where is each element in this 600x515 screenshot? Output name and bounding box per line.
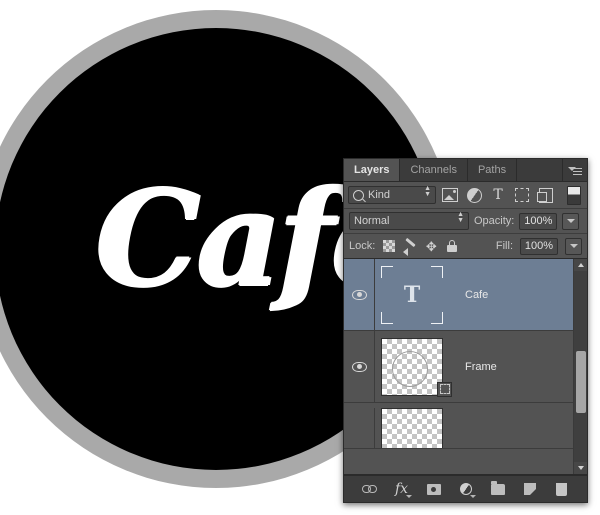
layer-row-cafe[interactable]: T Cafe xyxy=(344,259,587,331)
blend-mode-value: Normal xyxy=(354,215,390,227)
layer-row-frame[interactable]: Frame xyxy=(344,331,587,403)
blend-mode-stepper-icon: ▲ ▼ xyxy=(457,211,464,224)
type-layer-filter-icon[interactable]: T xyxy=(488,185,508,205)
layer-list-scrollbar[interactable] xyxy=(573,259,587,474)
panel-menu-icon xyxy=(568,165,582,176)
filter-kind-dropdown[interactable]: Kind ▲ ▼ xyxy=(348,185,436,204)
frame-circle-preview xyxy=(392,350,428,387)
chevron-down-icon xyxy=(566,219,575,223)
pixel-layer-filter-icon[interactable] xyxy=(440,185,460,205)
lock-image-pixels-icon[interactable] xyxy=(403,239,417,256)
add-layer-mask-icon[interactable] xyxy=(425,480,443,498)
smart-object-filter-icon[interactable] xyxy=(536,185,556,205)
lock-all-icon[interactable] xyxy=(445,239,459,253)
fill-dropdown-button[interactable] xyxy=(565,237,582,255)
blend-mode-row: Normal ▲ ▼ Opacity: 100% xyxy=(344,209,587,234)
panel-tab-bar: Layers Channels Paths xyxy=(344,159,587,182)
link-layers-icon[interactable] xyxy=(361,480,379,498)
layer-row-third[interactable] xyxy=(344,403,587,449)
eye-icon xyxy=(351,289,367,300)
shape-layer-filter-icon[interactable] xyxy=(512,185,532,205)
lock-position-icon[interactable]: ✥ xyxy=(424,239,438,253)
filter-toggle-switch[interactable] xyxy=(567,185,581,205)
layers-panel-bottom-bar: fx xyxy=(344,475,587,502)
eye-icon xyxy=(351,361,367,372)
lock-label: Lock: xyxy=(349,240,376,252)
delete-layer-icon[interactable] xyxy=(553,480,571,498)
layer-style-fx-icon[interactable]: fx xyxy=(393,480,412,498)
layer-thumbnail-cafe[interactable]: T xyxy=(381,265,443,324)
layer-name-cafe[interactable]: Cafe xyxy=(465,289,488,301)
layer-thumbnail-third[interactable] xyxy=(381,408,443,448)
type-layer-icon: T xyxy=(403,281,421,308)
vector-mask-badge xyxy=(437,381,452,397)
layer-thumbnail-frame[interactable] xyxy=(381,337,452,397)
opacity-input[interactable]: 100% xyxy=(519,212,558,230)
layers-panel: Layers Channels Paths Kind ▲ ▼ T Normal ▲… xyxy=(343,158,588,503)
tab-paths[interactable]: Paths xyxy=(467,159,518,181)
new-layer-icon[interactable] xyxy=(521,480,539,498)
tab-bar-spacer xyxy=(517,159,563,181)
lock-row: Lock: ✥ Fill: 100% xyxy=(344,234,587,259)
new-group-icon[interactable] xyxy=(489,480,507,498)
layer-visibility-toggle-cafe[interactable] xyxy=(344,259,375,330)
fill-input[interactable]: 100% xyxy=(520,237,558,255)
layer-visibility-toggle-third[interactable] xyxy=(344,408,375,448)
chevron-down-icon xyxy=(569,244,578,248)
opacity-label: Opacity: xyxy=(474,215,515,227)
layer-list[interactable]: T Cafe Frame xyxy=(344,259,587,475)
new-adjustment-layer-icon[interactable] xyxy=(457,480,476,498)
search-icon xyxy=(353,189,364,201)
blend-mode-dropdown[interactable]: Normal ▲ ▼ xyxy=(349,211,469,230)
scrollbar-track[interactable] xyxy=(574,271,587,462)
tab-layers[interactable]: Layers xyxy=(344,159,401,181)
filter-kind-label: Kind xyxy=(368,189,391,201)
adjustment-layer-filter-icon[interactable] xyxy=(464,185,484,205)
lock-transparent-pixels-icon[interactable] xyxy=(382,239,396,253)
tab-channels[interactable]: Channels xyxy=(400,159,468,181)
layer-filter-row: Kind ▲ ▼ T xyxy=(344,182,587,209)
fill-label: Fill: xyxy=(495,240,513,252)
panel-menu-button[interactable] xyxy=(563,159,587,181)
scroll-up-arrow[interactable] xyxy=(574,259,587,271)
layer-visibility-toggle-frame[interactable] xyxy=(344,331,375,402)
opacity-dropdown-button[interactable] xyxy=(562,212,580,230)
layer-name-frame[interactable]: Frame xyxy=(465,361,497,373)
scrollbar-thumb[interactable] xyxy=(575,351,586,414)
filter-kind-stepper-icon: ▲ ▼ xyxy=(424,185,431,198)
scroll-down-arrow[interactable] xyxy=(574,462,587,474)
